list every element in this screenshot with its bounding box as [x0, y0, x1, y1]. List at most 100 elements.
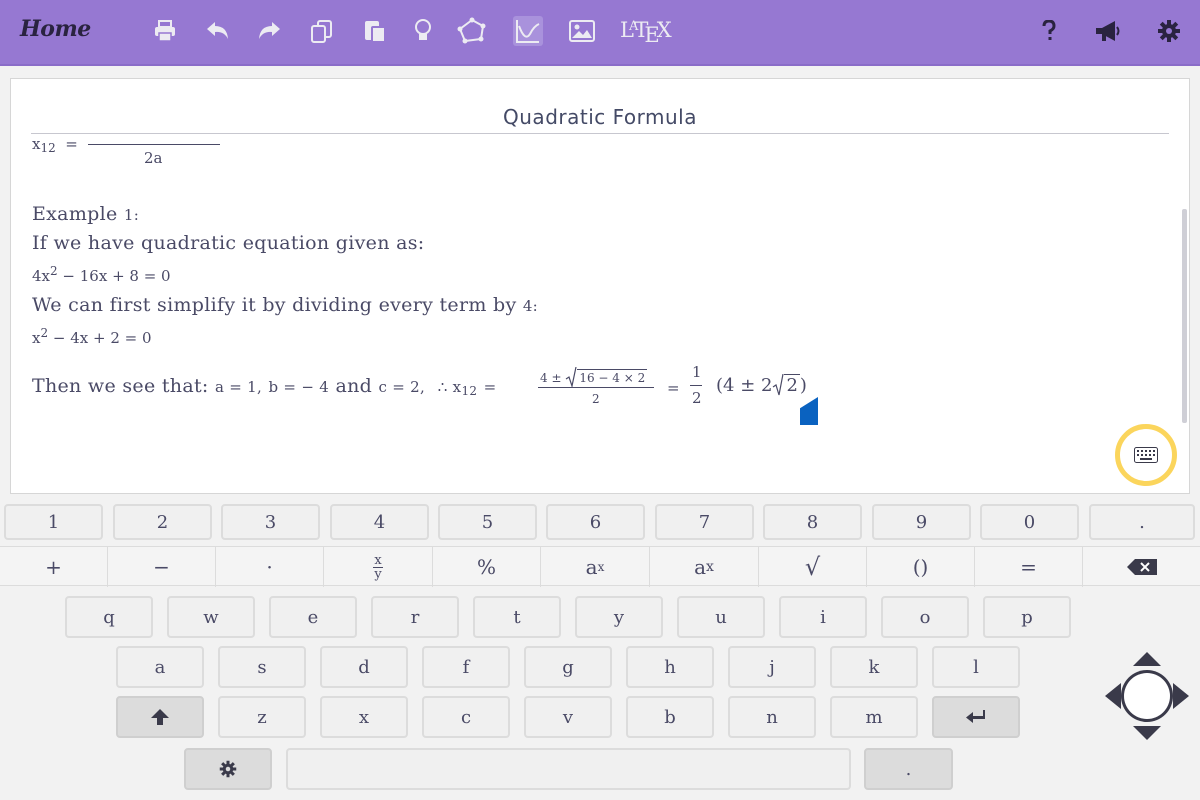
home-button[interactable]: Home [20, 16, 91, 42]
space-key[interactable] [286, 748, 851, 790]
key-m[interactable]: m [830, 696, 918, 738]
fraction-denominator: 2 [592, 392, 600, 406]
key-c[interactable]: c [422, 696, 510, 738]
backspace-key[interactable] [1083, 547, 1200, 587]
key-k[interactable]: k [830, 646, 918, 688]
key-decimal[interactable]: . [1089, 504, 1195, 540]
arrow-down-icon[interactable] [1133, 726, 1161, 740]
key-q[interactable]: q [65, 596, 153, 638]
key-d[interactable]: d [320, 646, 408, 688]
key-s[interactable]: s [218, 646, 306, 688]
key-x[interactable]: x [320, 696, 408, 738]
equals-sign: = [667, 379, 680, 397]
arrow-left-icon[interactable] [1105, 683, 1121, 709]
key-9[interactable]: 9 [872, 504, 971, 540]
latex-icon[interactable]: LATEX [620, 18, 672, 47]
key-period[interactable]: . [864, 748, 953, 790]
key-o[interactable]: o [881, 596, 969, 638]
key-h[interactable]: h [626, 646, 714, 688]
megaphone-icon[interactable] [1092, 16, 1122, 46]
page-title: Quadratic Formula [503, 105, 697, 129]
key-i[interactable]: i [779, 596, 867, 638]
key-f[interactable]: f [422, 646, 510, 688]
key-2[interactable]: 2 [113, 504, 212, 540]
scrollbar[interactable] [1182, 209, 1187, 423]
key-5[interactable]: 5 [438, 504, 537, 540]
key-j[interactable]: j [728, 646, 816, 688]
redo-icon[interactable] [255, 16, 285, 46]
undo-icon[interactable] [202, 16, 232, 46]
arrow-up-icon[interactable] [1133, 652, 1161, 666]
document-editor[interactable]: Quadratic Formula x12 = 2a Example 1: If… [10, 78, 1190, 494]
paste-icon[interactable] [360, 16, 390, 46]
key-u[interactable]: u [677, 596, 765, 638]
shift-key[interactable] [116, 696, 204, 738]
equation-1: 4x2 − 16x + 8 = 0 [32, 264, 171, 285]
key-e[interactable]: e [269, 596, 357, 638]
key-equals[interactable]: = [975, 547, 1083, 587]
intro-text: If we have quadratic equation given as: [32, 232, 425, 254]
key-power[interactable]: ax [541, 547, 650, 587]
help-icon[interactable] [1034, 16, 1064, 46]
key-a[interactable]: a [116, 646, 204, 688]
key-l[interactable]: l [932, 646, 1020, 688]
solution-line: Then we see that: a = 1, b = − 4 and c =… [32, 375, 497, 398]
key-plus[interactable]: + [0, 547, 108, 587]
key-n[interactable]: n [728, 696, 816, 738]
key-6[interactable]: 6 [546, 504, 645, 540]
key-p[interactable]: p [983, 596, 1071, 638]
key-r[interactable]: r [371, 596, 459, 638]
operator-row: + − · xy % ax ax √ () = [0, 546, 1200, 587]
print-icon[interactable] [150, 16, 180, 46]
enter-key[interactable] [932, 696, 1020, 738]
fraction-bar [538, 387, 654, 388]
graph-icon[interactable] [513, 16, 543, 46]
key-1[interactable]: 1 [4, 504, 103, 540]
key-subscript[interactable]: ax [650, 547, 759, 587]
key-w[interactable]: w [167, 596, 255, 638]
gear-icon [219, 760, 237, 778]
key-v[interactable]: v [524, 696, 612, 738]
key-y[interactable]: y [575, 596, 663, 638]
settings-key[interactable] [184, 748, 272, 790]
text-cursor [800, 397, 818, 425]
key-minus[interactable]: − [108, 547, 216, 587]
key-0[interactable]: 0 [980, 504, 1079, 540]
lightbulb-icon[interactable] [408, 16, 438, 46]
polygon-icon[interactable] [457, 16, 487, 46]
equation-2: x2 − 4x + 2 = 0 [32, 326, 152, 347]
key-3[interactable]: 3 [221, 504, 320, 540]
keyboard-toggle-button[interactable] [1115, 424, 1177, 486]
gear-icon[interactable] [1154, 16, 1184, 46]
virtual-keyboard: 1 2 3 4 5 6 7 8 9 0 . + − · xy % ax ax √… [0, 496, 1200, 800]
key-percent[interactable]: % [433, 547, 541, 587]
direction-pad [1104, 650, 1190, 742]
shift-arrow-icon [151, 709, 169, 725]
formula-lhs-sub: 12 [40, 141, 56, 155]
image-icon[interactable] [567, 16, 597, 46]
half-numerator: 1 [692, 363, 702, 381]
formula-fraction-bar [88, 144, 220, 145]
key-parentheses[interactable]: () [867, 547, 975, 587]
copy-icon[interactable] [307, 16, 337, 46]
key-sqrt[interactable]: √ [759, 547, 867, 587]
key-g[interactable]: g [524, 646, 612, 688]
formula-equals: = [65, 135, 78, 153]
key-7[interactable]: 7 [655, 504, 754, 540]
key-4[interactable]: 4 [330, 504, 429, 540]
formula-line: x12 = [32, 135, 78, 155]
key-fraction[interactable]: xy [324, 547, 433, 587]
key-multiply[interactable]: · [216, 547, 324, 587]
enter-icon [966, 710, 985, 723]
title-divider [31, 133, 1169, 134]
formula-denominator: 2a [144, 149, 163, 167]
key-z[interactable]: z [218, 696, 306, 738]
key-b[interactable]: b [626, 696, 714, 738]
half-denominator: 2 [692, 389, 702, 407]
backspace-icon [1126, 559, 1157, 575]
key-t[interactable]: t [473, 596, 561, 638]
paren-expression: (4 ± 2 2) [716, 373, 807, 396]
key-8[interactable]: 8 [763, 504, 862, 540]
top-toolbar: Home LATEX [0, 0, 1200, 66]
arrow-right-icon[interactable] [1173, 683, 1189, 709]
